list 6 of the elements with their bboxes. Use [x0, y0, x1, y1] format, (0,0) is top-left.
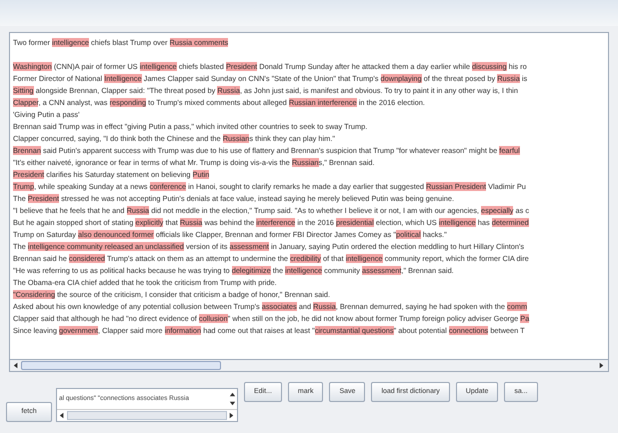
scrollbar-thumb[interactable] [21, 361, 221, 370]
scroll-right-icon[interactable] [227, 411, 236, 420]
scroll-right-icon[interactable] [597, 361, 606, 370]
spin-down-icon[interactable] [228, 399, 237, 408]
spin-up-icon[interactable] [228, 390, 237, 399]
horizontal-scrollbar[interactable] [10, 359, 608, 371]
